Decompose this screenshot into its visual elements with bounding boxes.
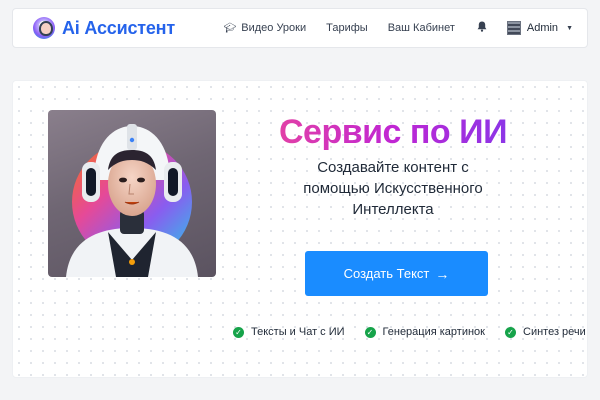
user-menu[interactable]: Admin ▼ (506, 21, 573, 35)
nav-item-pricing[interactable]: Тарифы (326, 22, 368, 34)
bell-icon-graphic (477, 21, 487, 32)
create-text-button-label: Создать Текст (343, 266, 430, 281)
bell-icon[interactable] (477, 21, 487, 35)
feature-list: ✓ Тексты и Чат с ИИ ✓ Генерация картинок… (233, 326, 586, 338)
nav-item-label: Ваш Кабинет (387, 22, 455, 34)
check-circle-icon: ✓ (233, 326, 244, 338)
arrow-right-icon: → (435, 265, 450, 282)
nav-item-label: Видео Уроки (241, 22, 307, 34)
top-navbar: Ai Ассистент 🎓︎ Видео Уроки Тарифы Ваш К… (12, 8, 588, 48)
feature-label: Синтез речи (523, 326, 586, 338)
robot-image (66, 124, 198, 277)
graduation-cap-icon: 🎓︎ (223, 22, 237, 34)
feature-item: ✓ Генерация картинок (364, 326, 485, 338)
check-circle-icon: ✓ (364, 326, 376, 338)
feature-item: ✓ Тексты и Чат с ИИ (233, 326, 345, 338)
feature-item: ✓ Синтез речи (505, 326, 586, 338)
caret-down-icon: ▼ (566, 24, 573, 32)
brand-name: Ai Ассистент (62, 17, 175, 38)
nav-item-account[interactable]: Ваш Кабинет (388, 22, 455, 34)
nav-item-label: Тарифы (326, 22, 368, 34)
hero-section: Сервис по ИИ Создавайте контент с помощь… (12, 80, 588, 378)
nav-links: 🎓︎ Видео Уроки Тарифы Ваш Кабинет Admin … (204, 21, 573, 35)
feature-label: Генерация картинок (382, 326, 485, 338)
brand-link[interactable]: Ai Ассистент (33, 17, 175, 39)
robot-illustration (48, 110, 216, 277)
hero-subtitle: Создавайте контент с помощью Искусственн… (303, 159, 483, 218)
nav-item-video-lessons[interactable]: 🎓︎ Видео Уроки (224, 22, 307, 34)
check-circle-icon: ✓ (505, 326, 516, 338)
avatar (506, 21, 521, 35)
feature-label: Тексты и Чат с ИИ (251, 326, 345, 338)
brand-logo-icon (33, 17, 55, 39)
page-title: Сервис по ИИ (243, 113, 543, 152)
user-name: Admin (526, 22, 559, 34)
create-text-button[interactable]: Создать Текст → (305, 251, 488, 296)
